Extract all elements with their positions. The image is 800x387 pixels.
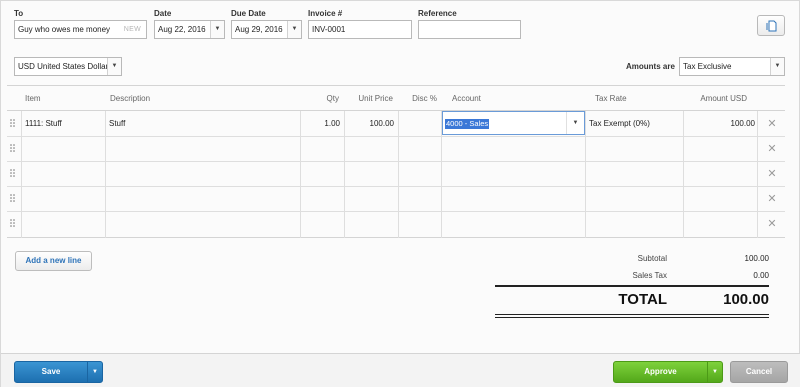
total-value: 100.00 bbox=[723, 291, 769, 308]
save-button[interactable]: Save bbox=[14, 361, 88, 383]
currency-value: USD United States Dollar bbox=[18, 62, 109, 71]
chevron-down-icon: ▼ bbox=[92, 369, 98, 375]
new-contact-hint: NEW bbox=[123, 26, 141, 33]
col-account: Account bbox=[452, 94, 481, 103]
total-label: TOTAL bbox=[618, 291, 667, 308]
contact-field[interactable]: Guy who owes me money NEW bbox=[14, 20, 147, 39]
col-item: Item bbox=[25, 94, 41, 103]
chevron-down-icon[interactable]: ▼ bbox=[566, 112, 584, 134]
chevron-down-icon[interactable]: ▼ bbox=[287, 21, 301, 38]
table-header: Item Description Qty Unit Price Disc % A… bbox=[7, 86, 785, 110]
subtotal-label: Subtotal bbox=[637, 254, 667, 263]
action-bar: Save ▼ Approve ▼ Cancel bbox=[1, 353, 800, 387]
chevron-down-icon[interactable]: ▼ bbox=[107, 58, 121, 75]
account-select[interactable]: 4000 - Sales ▼ bbox=[442, 111, 585, 135]
row-unit-price[interactable]: 100.00 bbox=[344, 119, 394, 128]
close-icon[interactable]: ✕ bbox=[766, 217, 778, 230]
drag-handle-icon[interactable] bbox=[10, 219, 16, 228]
chevron-down-icon: ▼ bbox=[712, 369, 718, 375]
row-item[interactable]: 1111: Stuff bbox=[25, 119, 62, 128]
col-amount: Amount USD bbox=[700, 94, 747, 103]
due-date-label: Due Date bbox=[231, 9, 266, 18]
col-qty: Qty bbox=[326, 94, 339, 103]
copy-button[interactable] bbox=[757, 15, 785, 36]
subtotal-value: 100.00 bbox=[744, 254, 769, 263]
row-tax-rate[interactable]: Tax Exempt (0%) bbox=[589, 119, 650, 128]
date-label: Date bbox=[154, 9, 172, 18]
amounts-are-label: Amounts are bbox=[626, 62, 675, 71]
drag-handle-icon[interactable] bbox=[10, 169, 16, 178]
col-unit-price: Unit Price bbox=[358, 94, 393, 103]
table-body: 1111: Stuff Stuff 1.00 100.00 Tax Exempt… bbox=[7, 110, 785, 238]
invoice-number-value: INV-0001 bbox=[312, 25, 346, 34]
line-items-table: Item Description Qty Unit Price Disc % A… bbox=[7, 85, 785, 238]
reference-field[interactable] bbox=[418, 20, 521, 39]
invoice-number-label: Invoice # bbox=[308, 9, 343, 18]
sales-tax-label: Sales Tax bbox=[632, 271, 667, 280]
tax-mode-value: Tax Exclusive bbox=[683, 62, 732, 71]
total-double-underline bbox=[495, 317, 769, 318]
row-qty[interactable]: 1.00 bbox=[300, 119, 340, 128]
invoice-editor: To Date Due Date Invoice # Reference Guy… bbox=[0, 0, 800, 387]
date-value: Aug 22, 2016 bbox=[158, 25, 206, 34]
account-value: 4000 - Sales bbox=[445, 119, 490, 129]
close-icon[interactable]: ✕ bbox=[766, 117, 778, 130]
add-line-button[interactable]: Add a new line bbox=[15, 251, 92, 271]
chevron-down-icon[interactable]: ▼ bbox=[770, 58, 784, 75]
save-options-button[interactable]: ▼ bbox=[87, 361, 103, 383]
approve-options-button[interactable]: ▼ bbox=[707, 361, 723, 383]
drag-handle-icon[interactable] bbox=[10, 119, 16, 128]
invoice-number-field[interactable]: INV-0001 bbox=[308, 20, 412, 39]
currency-select[interactable]: USD United States Dollar ▼ bbox=[14, 57, 122, 76]
close-icon[interactable]: ✕ bbox=[766, 142, 778, 155]
to-label: To bbox=[14, 9, 24, 18]
close-icon[interactable]: ✕ bbox=[766, 167, 778, 180]
due-date-value: Aug 29, 2016 bbox=[235, 25, 283, 34]
col-tax-rate: Tax Rate bbox=[595, 94, 627, 103]
drag-handle-icon[interactable] bbox=[10, 144, 16, 153]
totals-divider bbox=[495, 285, 769, 287]
tax-mode-select[interactable]: Tax Exclusive ▼ bbox=[679, 57, 785, 76]
drag-handle-icon[interactable] bbox=[10, 194, 16, 203]
reference-label: Reference bbox=[418, 9, 457, 18]
row-description[interactable]: Stuff bbox=[109, 119, 125, 128]
copy-icon bbox=[766, 20, 777, 32]
close-icon[interactable]: ✕ bbox=[766, 192, 778, 205]
total-underline bbox=[495, 314, 769, 315]
contact-value: Guy who owes me money bbox=[18, 25, 111, 34]
chevron-down-icon[interactable]: ▼ bbox=[210, 21, 224, 38]
row-amount: 100.00 bbox=[730, 119, 755, 128]
sales-tax-value: 0.00 bbox=[753, 271, 769, 280]
due-date-field[interactable]: Aug 29, 2016 ▼ bbox=[231, 20, 302, 39]
cancel-button[interactable]: Cancel bbox=[730, 361, 788, 383]
col-description: Description bbox=[110, 94, 151, 103]
col-disc: Disc % bbox=[412, 94, 437, 103]
approve-button[interactable]: Approve bbox=[613, 361, 708, 383]
date-field[interactable]: Aug 22, 2016 ▼ bbox=[154, 20, 225, 39]
